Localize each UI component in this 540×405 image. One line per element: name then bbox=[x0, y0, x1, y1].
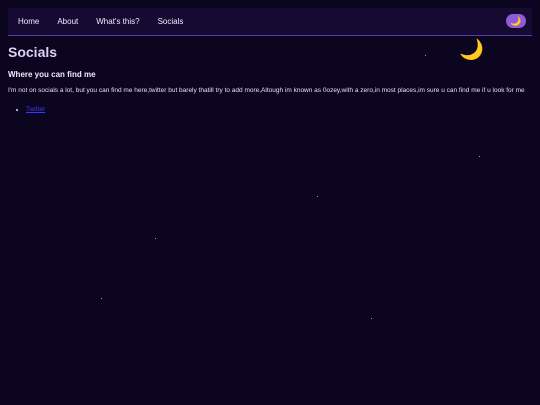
star bbox=[317, 196, 318, 197]
star bbox=[155, 238, 156, 239]
twitter-link[interactable]: Twitter bbox=[26, 106, 45, 113]
page-title: Socials bbox=[8, 44, 58, 60]
nav-link-whats-this[interactable]: What's this? bbox=[96, 17, 139, 26]
star bbox=[479, 156, 480, 157]
nav-link-about[interactable]: About bbox=[57, 17, 78, 26]
star bbox=[425, 55, 426, 56]
page-description: I'm not on socials a lot, but you can fi… bbox=[8, 87, 525, 94]
theme-toggle-button[interactable]: 🌙 bbox=[506, 14, 526, 28]
social-links-list: Twitter bbox=[8, 106, 45, 113]
nav-link-home[interactable]: Home bbox=[18, 17, 39, 26]
crescent-moon-icon: 🌙 bbox=[459, 39, 484, 61]
star bbox=[371, 318, 372, 319]
nav-link-socials[interactable]: Socials bbox=[158, 17, 184, 26]
page-subtitle: Where you can find me bbox=[8, 70, 96, 79]
crescent-moon-icon: 🌙 bbox=[510, 15, 522, 26]
list-item: Twitter bbox=[26, 106, 45, 113]
star bbox=[101, 298, 102, 299]
top-navbar: Home About What's this? Socials 🌙 bbox=[8, 8, 532, 36]
